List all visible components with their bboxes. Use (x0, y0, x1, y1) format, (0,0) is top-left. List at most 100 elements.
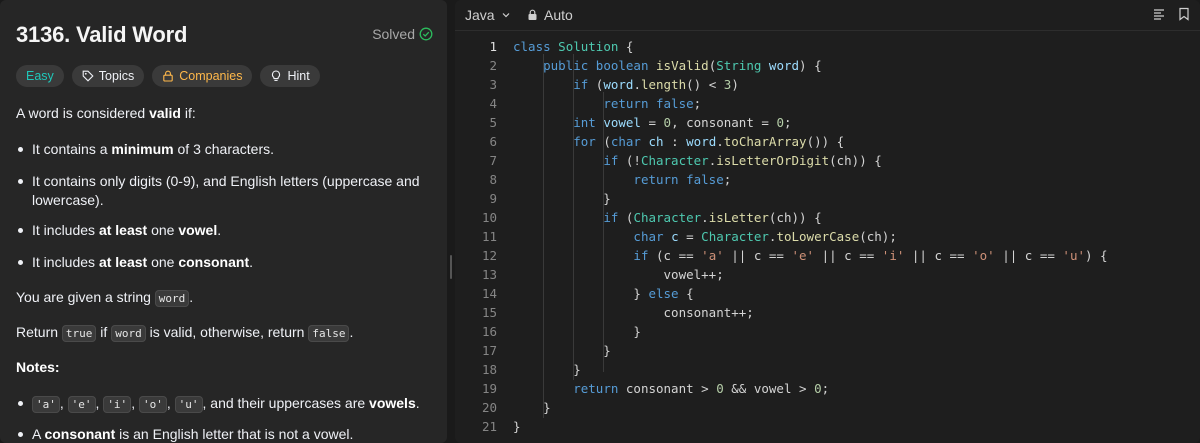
code-text: public boolean isValid(String word) { (543, 58, 822, 73)
return-text: Return true if word is valid, otherwise,… (16, 324, 354, 342)
code-text: } (513, 191, 611, 206)
code-text: if (!Character.isLetterOrDigit(ch)) { (603, 153, 882, 168)
line-number: 3 (489, 77, 497, 92)
code-text: if (Character.isLetter(ch)) { (603, 210, 822, 225)
code-line[interactable]: 18 } (455, 360, 1200, 379)
line-number: 19 (481, 381, 497, 396)
code-text: } (513, 419, 521, 434)
line-number: 8 (489, 172, 497, 187)
code-text: vowel++; (513, 267, 724, 282)
code-text: for (char ch : word.toCharArray()) { (573, 134, 845, 149)
editor-toolbar: Java Auto (455, 0, 1200, 31)
code-line[interactable]: 6 for (char ch : word.toCharArray()) { (455, 132, 1200, 151)
code-line[interactable]: 20 } (455, 398, 1200, 417)
code-line[interactable]: 11 char c = Character.toLowerCase(ch); (455, 227, 1200, 246)
line-number: 16 (481, 324, 497, 339)
companies-tag[interactable]: Companies (152, 65, 253, 87)
problem-panel: 3136. Valid Word Solved Easy Topics Comp… (0, 0, 447, 443)
code-line[interactable]: 17 } (455, 341, 1200, 360)
code-line[interactable]: 16 } (455, 322, 1200, 341)
solved-status[interactable]: Solved (372, 26, 433, 42)
line-number: 6 (489, 134, 497, 149)
problem-title: 3136. Valid Word (16, 22, 188, 47)
check-circle-icon (419, 27, 433, 41)
panel-divider[interactable] (447, 0, 455, 443)
code-line[interactable]: 13 vowel++; (455, 265, 1200, 284)
line-number: 4 (489, 96, 497, 111)
code-line[interactable]: 7 if (!Character.isLetterOrDigit(ch)) { (455, 151, 1200, 170)
code-line[interactable]: 12 if (c == 'a' || c == 'e' || c == 'i' … (455, 246, 1200, 265)
line-number: 10 (481, 210, 497, 225)
toolbar-actions (1152, 7, 1190, 21)
line-number: 12 (481, 248, 497, 263)
code-text: } (513, 324, 641, 339)
tag-icon (82, 70, 94, 82)
code-line[interactable]: 9 } (455, 189, 1200, 208)
code-text: } else { (513, 286, 694, 301)
lock-icon (528, 9, 537, 20)
code-editor[interactable]: Java Auto 1 class Solution { 2 public bool… (455, 0, 1200, 443)
line-number: 18 (481, 362, 497, 377)
code-line[interactable]: 3 if (word.length() < 3) (455, 75, 1200, 94)
code-text: class Solution { (513, 39, 634, 54)
code-line[interactable]: 14 } else { (455, 284, 1200, 303)
format-icon[interactable] (1152, 7, 1166, 21)
notes-heading: Notes: (16, 359, 60, 375)
code-line[interactable]: 1 class Solution { (455, 37, 1200, 56)
code-text: return false; (603, 96, 702, 111)
code-line[interactable]: 4 return false; (455, 94, 1200, 113)
rule-item: It contains a minimum of 3 characters. (16, 140, 421, 159)
line-number: 7 (489, 153, 497, 168)
line-number: 20 (481, 400, 497, 415)
code-line[interactable]: 15 consonant++; (455, 303, 1200, 322)
inline-code: word (154, 290, 190, 307)
code-text: if (word.length() < 3) (573, 77, 739, 92)
code-line[interactable]: 5 int vowel = 0, consonant = 0; (455, 113, 1200, 132)
code-text: return consonant > 0 && vowel > 0; (573, 381, 830, 396)
line-number: 5 (489, 115, 497, 130)
line-number: 21 (481, 419, 497, 434)
code-text: if (c == 'a' || c == 'e' || c == 'i' || … (633, 248, 1108, 263)
code-line[interactable]: 21} (455, 417, 1200, 436)
code-text: } (513, 343, 611, 358)
line-number: 2 (489, 58, 497, 73)
bookmark-icon[interactable] (1178, 7, 1190, 21)
note-item: 'a', 'e', 'i', 'o', 'u', and their upper… (16, 394, 421, 414)
lock-icon (163, 70, 173, 82)
topics-tag[interactable]: Topics (71, 65, 145, 87)
solved-label: Solved (372, 26, 415, 42)
code-text: consonant++; (513, 305, 754, 320)
line-number: 13 (481, 267, 497, 282)
code-text: return false; (633, 172, 732, 187)
lightbulb-icon (272, 70, 281, 81)
line-number: 1 (489, 39, 497, 54)
rule-item: It includes at least one vowel. (16, 221, 421, 240)
auto-mode-toggle[interactable]: Auto (527, 7, 573, 23)
code-text: } (513, 400, 551, 415)
code-line[interactable]: 10 if (Character.isLetter(ch)) { (455, 208, 1200, 227)
code-text: char c = Character.toLowerCase(ch); (633, 229, 897, 244)
code-text: } (513, 362, 581, 377)
code-line[interactable]: 8 return false; (455, 170, 1200, 189)
code-line[interactable]: 19 return consonant > 0 && vowel > 0; (455, 379, 1200, 398)
resize-handle[interactable] (450, 255, 452, 279)
intro-text: A word is considered valid if: (16, 105, 196, 121)
line-number: 14 (481, 286, 497, 301)
line-number: 15 (481, 305, 497, 320)
hint-tag[interactable]: Hint (260, 65, 320, 87)
line-number: 17 (481, 343, 497, 358)
code-line[interactable]: 2 public boolean isValid(String word) { (455, 56, 1200, 75)
difficulty-tag[interactable]: Easy (16, 65, 64, 87)
line-number: 11 (481, 229, 497, 244)
inline-code: false (308, 325, 350, 342)
language-select[interactable]: Java (465, 7, 511, 23)
rule-item: It contains only digits (0-9), and Engli… (16, 172, 421, 210)
problem-tags: Easy Topics Companies Hint (16, 65, 320, 87)
code-text: int vowel = 0, consonant = 0; (573, 115, 792, 130)
inline-code: true (61, 325, 97, 342)
rule-item: It includes at least one consonant. (16, 253, 421, 272)
inline-code: word (111, 325, 146, 342)
chevron-down-icon (502, 13, 510, 18)
note-item: A consonant is an English letter that is… (16, 425, 421, 443)
given-text: You are given a string word. (16, 289, 194, 307)
